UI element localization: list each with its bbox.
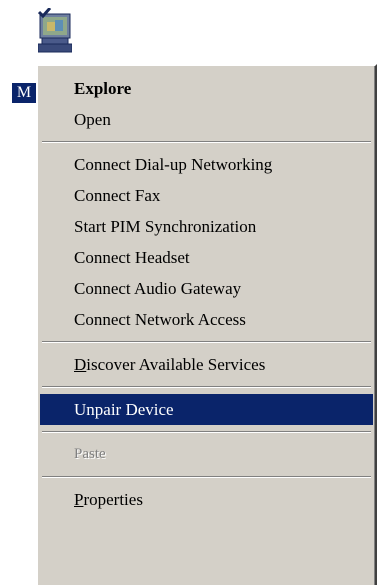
context-menu: Explore Open Connect Dial-up Networking … (36, 64, 377, 585)
menu-item-label: roperties (83, 490, 143, 509)
menu-separator (38, 470, 375, 484)
computer-icon (37, 7, 73, 53)
menu-item-discover-services[interactable]: Discover Available Services (38, 349, 375, 380)
menu-item-connect-fax[interactable]: Connect Fax (38, 180, 375, 211)
menu-item-open[interactable]: Open (38, 104, 375, 135)
menu-separator (38, 380, 375, 394)
menu-item-label: iscover Available Services (86, 355, 266, 374)
menu-item-connect-headset[interactable]: Connect Headset (38, 242, 375, 273)
menu-item-properties[interactable]: Properties (38, 484, 375, 515)
menu-separator (38, 135, 375, 149)
menu-item-unpair-device[interactable]: Unpair Device (40, 394, 373, 425)
menu-mnemonic: D (74, 355, 87, 374)
desktop: M Explore Open Connect Dial-up Networkin… (0, 0, 379, 585)
menu-separator (38, 425, 375, 439)
desktop-icon-label[interactable]: M (12, 83, 36, 103)
menu-item-connect-network-access[interactable]: Connect Network Access (38, 304, 375, 335)
menu-item-connect-audio-gateway[interactable]: Connect Audio Gateway (38, 273, 375, 304)
menu-item-paste: Paste (74, 446, 106, 462)
menu-item-connect-dialup[interactable]: Connect Dial-up Networking (38, 149, 375, 180)
menu-item-start-pim-sync[interactable]: Start PIM Synchronization (38, 211, 375, 242)
menu-item-explore[interactable]: Explore (38, 73, 375, 104)
bluetooth-device-icon[interactable] (37, 7, 73, 64)
menu-separator (38, 335, 375, 349)
